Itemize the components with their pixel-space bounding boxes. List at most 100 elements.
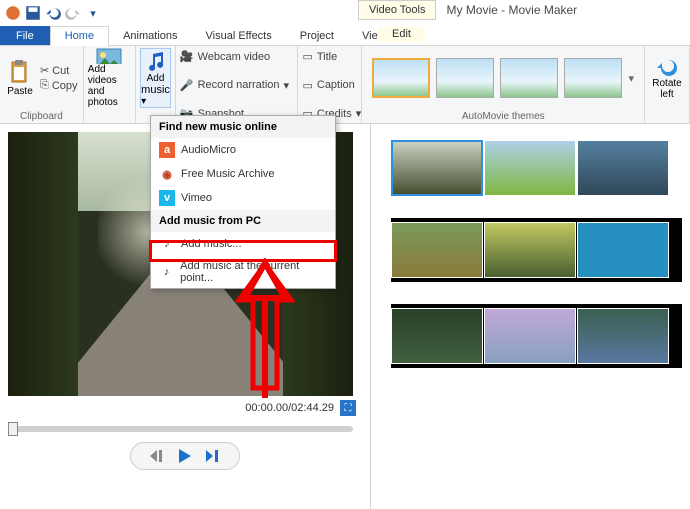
- next-frame-button[interactable]: [199, 446, 227, 466]
- dropdown-item-fma[interactable]: ◉Free Music Archive: [151, 162, 335, 186]
- copy-label: Copy: [52, 80, 78, 92]
- tab-animations[interactable]: Animations: [109, 26, 191, 45]
- record-narration-button[interactable]: 🎤Record narration ▾: [180, 79, 294, 92]
- vimeo-label: Vimeo: [181, 192, 212, 204]
- cut-label: Cut: [52, 65, 69, 77]
- theme-thumb-4[interactable]: [564, 58, 622, 98]
- caption-icon: ▭: [302, 79, 312, 92]
- storyboard-pane: [370, 124, 690, 509]
- mic-icon: 🎤: [180, 79, 194, 92]
- play-button[interactable]: [171, 446, 199, 466]
- themes-group-label: AutoMovie themes: [366, 110, 640, 123]
- title-icon: ▭: [302, 50, 312, 63]
- group-record: 🎥Webcam video 🎤Record narration ▾ 📷Snaps…: [176, 46, 299, 123]
- clipboard-group-label: Clipboard: [4, 110, 79, 123]
- quick-access-toolbar: ▾: [4, 4, 102, 22]
- tab-edit[interactable]: Edit: [378, 26, 425, 42]
- clip-4[interactable]: [391, 222, 483, 278]
- add-videos-label2: and photos: [88, 86, 131, 108]
- dropdown-item-add-music[interactable]: ♪ Add music...: [151, 232, 335, 256]
- scissors-icon: ✂: [40, 64, 49, 77]
- dropdown-header-online: Find new music online: [151, 116, 335, 138]
- add-music-at-point-label: Add music at the current point...: [180, 260, 327, 284]
- group-themes: ▾ AutoMovie themes: [362, 46, 645, 123]
- window-title-area: Video Tools My Movie - Movie Maker: [358, 0, 587, 20]
- content-area: 00:00.00/02:44.29 ⛶: [0, 124, 690, 509]
- music-note-icon: ♪: [159, 236, 175, 252]
- group-clipboard: Paste ✂Cut ⎘Copy Clipboard: [0, 46, 84, 123]
- fma-label: Free Music Archive: [181, 168, 275, 180]
- add-videos-photos-button[interactable]: Add videos and photos: [88, 48, 131, 108]
- playback-controls: [130, 442, 240, 470]
- qat-more-icon[interactable]: ▾: [84, 4, 102, 22]
- cut-button[interactable]: ✂Cut: [40, 64, 78, 77]
- themes-more-icon[interactable]: ▾: [628, 72, 634, 85]
- music-label1: Add: [147, 73, 165, 84]
- add-music-button[interactable]: Add music ▾: [140, 48, 171, 108]
- add-music-dropdown: Find new music online aAudioMicro ◉Free …: [150, 115, 336, 289]
- copy-icon: ⎘: [40, 79, 49, 92]
- clip-8[interactable]: [484, 308, 576, 364]
- add-videos-label1: Add videos: [88, 64, 131, 86]
- clip-6[interactable]: [577, 222, 669, 278]
- seek-slider[interactable]: [8, 426, 353, 432]
- seek-thumb[interactable]: [8, 422, 18, 436]
- dropdown-item-vimeo[interactable]: v Vimeo: [151, 186, 335, 210]
- paste-icon: [9, 60, 31, 84]
- clip-5[interactable]: [484, 222, 576, 278]
- caption-label: Caption: [317, 79, 355, 91]
- theme-thumb-3[interactable]: [500, 58, 558, 98]
- title-button[interactable]: ▭ Title: [302, 50, 357, 63]
- clip-row-2: [391, 218, 682, 282]
- webcam-video-button[interactable]: 🎥 Webcam video: [180, 50, 294, 63]
- title-label: Title: [317, 51, 337, 63]
- clip-7[interactable]: [391, 308, 483, 364]
- music-note-icon: ♪: [159, 264, 174, 280]
- ribbon-tabs: File Home Animations Visual Effects Proj…: [0, 26, 690, 46]
- tab-home[interactable]: Home: [50, 26, 109, 46]
- timecode-row: 00:00.00/02:44.29 ⛶: [8, 396, 362, 420]
- dropdown-item-audiomicro[interactable]: aAudioMicro: [151, 138, 335, 162]
- rotate-left-button[interactable]: Rotate left: [649, 48, 685, 108]
- rotate-label2: left: [660, 89, 673, 100]
- group-rotate: Rotate left: [645, 46, 690, 123]
- timecode-text: 00:00.00/02:44.29: [245, 402, 334, 414]
- tab-visual-effects[interactable]: Visual Effects: [192, 26, 286, 45]
- group-music: Add music ▾: [136, 46, 176, 123]
- app-icon[interactable]: [4, 4, 22, 22]
- clip-9[interactable]: [577, 308, 669, 364]
- clip-3[interactable]: [577, 140, 669, 196]
- caption-button[interactable]: ▭ Caption: [302, 79, 357, 92]
- tab-project[interactable]: Project: [286, 26, 348, 45]
- ribbon: Paste ✂Cut ⎘Copy Clipboard Add videos an…: [0, 46, 690, 124]
- webcam-icon: 🎥: [180, 50, 194, 63]
- redo-icon[interactable]: [64, 4, 82, 22]
- rotate-left-icon: [655, 56, 679, 78]
- photo-icon: [96, 48, 122, 64]
- music-label2: music ▾: [141, 84, 170, 107]
- rotate-label1: Rotate: [652, 78, 681, 89]
- dropdown-item-add-music-at-point[interactable]: ♪ Add music at the current point...: [151, 256, 335, 288]
- save-icon[interactable]: [24, 4, 42, 22]
- paste-label: Paste: [7, 86, 33, 97]
- narration-label: Record narration: [198, 79, 280, 91]
- clip-1[interactable]: [391, 140, 483, 196]
- window-title: My Movie - Movie Maker: [436, 0, 587, 20]
- clip-row-1: [391, 140, 682, 196]
- undo-icon[interactable]: [44, 4, 62, 22]
- clip-2[interactable]: [484, 140, 576, 196]
- vimeo-icon: v: [159, 190, 175, 206]
- tab-file[interactable]: File: [0, 26, 50, 45]
- theme-thumb-2[interactable]: [436, 58, 494, 98]
- prev-frame-button[interactable]: [143, 446, 171, 466]
- paste-button[interactable]: Paste: [4, 48, 36, 108]
- theme-thumb-1[interactable]: [372, 58, 430, 98]
- audiomicro-label: AudioMicro: [181, 144, 236, 156]
- fullscreen-icon[interactable]: ⛶: [340, 400, 356, 416]
- clip-row-3: [391, 304, 682, 368]
- music-note-icon: [145, 51, 167, 73]
- add-music-label: Add music...: [181, 238, 242, 250]
- dropdown-header-pc: Add music from PC: [151, 210, 335, 232]
- webcam-label: Webcam video: [198, 51, 271, 63]
- copy-button[interactable]: ⎘Copy: [40, 79, 78, 92]
